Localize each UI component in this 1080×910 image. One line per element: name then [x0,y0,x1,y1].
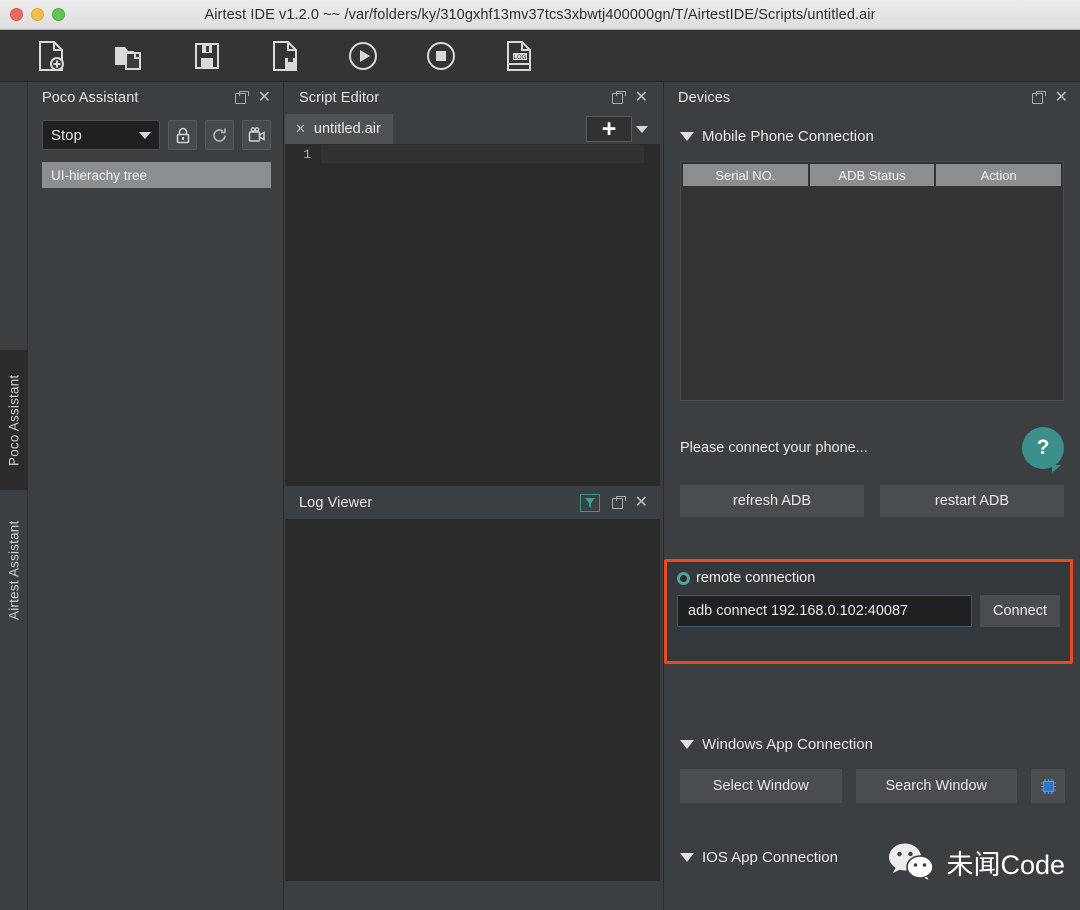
connect-button[interactable]: Connect [980,595,1060,627]
poco-mode-select[interactable]: Stop [42,120,161,150]
windows-button-row: Select Window Search Window [680,769,1065,803]
ios-app-connection-section[interactable]: IOS App Connection [680,849,838,866]
column-header-action: Action [936,164,1062,186]
windows-app-connection-section[interactable]: Windows App Connection [680,736,1065,753]
log-viewer-title: Log Viewer [299,495,373,511]
remote-connection-label: remote connection [696,570,816,586]
ios-app-section: IOS App Connection 未闻Code [680,843,1065,883]
restart-adb-button[interactable]: restart ADB [880,485,1064,517]
devices-content: Mobile Phone Connection Serial NO. ADB S… [664,128,1080,517]
rail-tab-airtest-assistant[interactable]: Airtest Assistant [0,490,28,650]
device-table[interactable]: Serial NO. ADB Status Action [680,161,1064,401]
code-line-content[interactable] [321,145,644,163]
title-bar: Airtest IDE v1.2.0 ~~ /var/folders/ky/31… [0,0,1080,30]
close-panel-icon[interactable]: ✕ [258,90,271,106]
script-editor-header: Script Editor ✕ [285,82,660,114]
code-area[interactable]: 1 [285,144,660,486]
log-output-area[interactable] [285,519,660,881]
new-tab-dropdown-icon[interactable] [632,116,652,142]
log-icon[interactable]: LOG [492,34,546,78]
triangle-down-icon [680,740,694,749]
windows-app-connection-label: Windows App Connection [702,736,873,753]
triangle-down-icon [680,853,694,862]
devices-header: Devices ✕ [664,82,1080,114]
wechat-icon [889,843,935,883]
screen-record-icon[interactable] [242,120,271,150]
adb-connect-input[interactable]: adb connect 192.168.0.102:40087 [677,595,972,627]
remote-connection-radio[interactable] [677,571,690,585]
remote-connection-label-row[interactable]: remote connection [667,562,1070,586]
poco-assistant-title: Poco Assistant [42,90,139,106]
new-script-icon[interactable] [24,34,78,78]
save-as-icon[interactable] [258,34,312,78]
triangle-down-icon [680,132,694,141]
open-folder-icon[interactable] [102,34,156,78]
float-panel-icon[interactable] [234,90,249,104]
save-icon[interactable] [180,34,234,78]
lock-icon[interactable] [168,120,198,150]
rail-tab-airtest-assistant-label: Airtest Assistant [6,520,22,620]
refresh-icon[interactable] [205,120,235,150]
stop-icon[interactable] [414,34,468,78]
rail-tab-poco-assistant-label: Poco Assistant [6,374,22,466]
devices-title: Devices [678,90,731,106]
run-icon[interactable] [336,34,390,78]
close-tab-icon[interactable]: ✕ [295,121,306,137]
devices-panel: Devices ✕ Mobile Phone Connection Serial… [663,82,1080,910]
script-editor-panel: Script Editor ✕ ✕ untitled.air + 1 [285,82,660,486]
float-panel-icon[interactable] [611,90,626,104]
line-number: 1 [303,146,311,162]
poco-assistant-header: Poco Assistant ✕ [28,82,283,114]
select-target-icon[interactable] [1031,769,1065,803]
mobile-phone-connection-label: Mobile Phone Connection [702,128,874,145]
float-panel-icon[interactable] [611,495,626,509]
ios-app-connection-label: IOS App Connection [702,849,838,866]
ui-hierarchy-tree-label: UI-hierachy tree [51,167,148,183]
assistant-tab-rail: Poco Assistant Airtest Assistant [0,82,28,910]
script-editor-title: Script Editor [299,90,380,106]
editor-file-tab[interactable]: ✕ untitled.air [285,114,393,144]
help-icon[interactable]: ? [1022,427,1064,473]
svg-text:LOG: LOG [514,55,527,61]
column-header-adb-status: ADB Status [809,164,935,186]
editor-tab-actions: + [586,116,652,142]
device-table-header: Serial NO. ADB Status Action [681,162,1063,188]
remote-connection-input-row: adb connect 192.168.0.102:40087 Connect [667,586,1070,627]
adb-button-row: refresh ADB restart ADB [680,485,1064,517]
ui-hierarchy-tree-item[interactable]: UI-hierachy tree [42,162,271,188]
refresh-adb-button[interactable]: refresh ADB [680,485,864,517]
connection-status-row: Please connect your phone... ? [680,427,1064,473]
window-title: Airtest IDE v1.2.0 ~~ /var/folders/ky/31… [204,7,876,23]
remote-connection-box: remote connection adb connect 192.168.0.… [664,559,1073,664]
close-panel-icon[interactable]: ✕ [635,495,648,511]
wechat-watermark: 未闻Code [886,841,1065,883]
poco-toolbar: Stop [28,114,283,156]
chevron-down-icon [139,131,152,139]
close-panel-icon[interactable]: ✕ [635,90,648,106]
windows-app-section: Windows App Connection Select Window Sea… [680,722,1065,883]
log-viewer-header: Log Viewer ✕ [285,487,660,519]
rail-tab-poco-assistant[interactable]: Poco Assistant [0,350,28,490]
close-panel-icon[interactable]: ✕ [1055,90,1068,106]
wechat-watermark-text: 未闻Code [946,849,1065,880]
mobile-phone-connection-section[interactable]: Mobile Phone Connection [680,128,1064,145]
float-panel-icon[interactable] [1031,90,1046,104]
code-line[interactable]: 1 [285,144,660,164]
airtest-ide-window: Airtest IDE v1.2.0 ~~ /var/folders/ky/31… [0,0,1080,910]
connection-status-text: Please connect your phone... [680,440,868,456]
column-header-serial: Serial NO. [683,164,808,186]
new-tab-button[interactable]: + [586,116,632,142]
help-glyph: ? [1036,436,1050,459]
main-toolbar: LOG [0,30,1080,82]
poco-mode-value: Stop [51,126,82,144]
select-window-button[interactable]: Select Window [680,769,842,803]
poco-assistant-panel: Poco Assistant ✕ Stop UI-hierachy tree [28,82,284,910]
filter-icon[interactable] [579,494,600,512]
search-window-button[interactable]: Search Window [855,769,1017,803]
log-viewer-panel: Log Viewer ✕ [285,487,660,885]
editor-tab-bar: ✕ untitled.air + [285,114,660,144]
editor-file-tab-label: untitled.air [313,121,381,137]
